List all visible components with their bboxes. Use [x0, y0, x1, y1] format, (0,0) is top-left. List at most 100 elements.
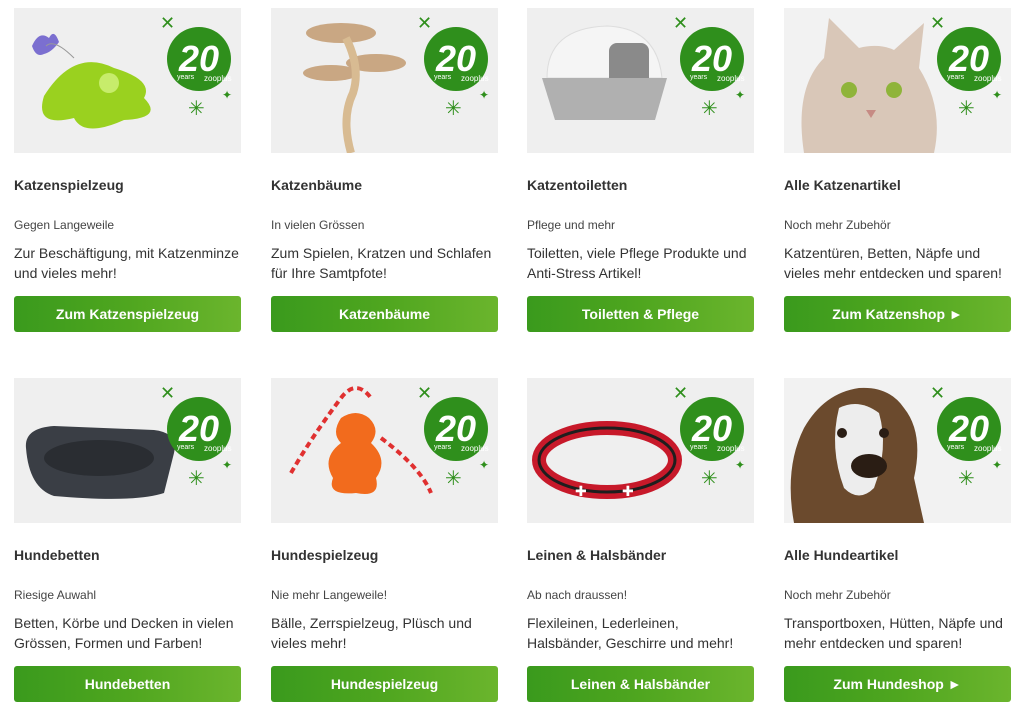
- svg-text:20: 20: [948, 38, 989, 79]
- dog-photo-image[interactable]: ✕ 20 years zooplus ✳ ✦: [784, 378, 1011, 523]
- svg-text:20: 20: [178, 38, 219, 79]
- hundespielzeug-button[interactable]: Hundespielzeug: [271, 666, 498, 702]
- svg-text:zooplus: zooplus: [204, 444, 232, 453]
- svg-text:✳: ✳: [188, 96, 205, 120]
- svg-text:years: years: [177, 74, 195, 81]
- category-card-katzenspielzeug: ✕ 20 years zooplus ✳ ✦ Katzenspielzeug G…: [14, 8, 241, 332]
- litter-box-image[interactable]: ✕ 20 years zooplus ✳ ✦: [527, 8, 754, 153]
- svg-text:✦: ✦: [992, 458, 1002, 472]
- category-card-alle-katzenartikel: ✕ 20 years zooplus ✳ ✦ Alle Katzenartike…: [784, 8, 1011, 332]
- card-subtitle: Gegen Langeweile: [14, 218, 115, 232]
- svg-text:✳: ✳: [188, 466, 205, 490]
- svg-text:✳: ✳: [958, 466, 975, 490]
- svg-text:zooplus: zooplus: [461, 74, 489, 83]
- svg-text:zooplus: zooplus: [204, 74, 232, 83]
- svg-text:✚: ✚: [622, 484, 634, 500]
- category-card-hundebetten: ✕ 20 years zooplus ✳ ✦ Hundebetten Riesi…: [14, 378, 241, 702]
- card-description: Flexileinen, Lederleinen, Halsbänder, Ge…: [527, 615, 734, 651]
- anniversary-badge: ✕ 20 years zooplus ✳ ✦: [673, 13, 745, 120]
- card-description: Zum Spielen, Kratzen und Schlafen für Ih…: [271, 245, 492, 281]
- category-card-katzentoiletten: ✕ 20 years zooplus ✳ ✦ Katzentoiletten P…: [527, 8, 754, 332]
- svg-text:✦: ✦: [735, 458, 745, 472]
- anniversary-badge: ✕ 20 years zooplus ✳ ✦: [673, 383, 745, 490]
- card-description: Transportboxen, Hütten, Näpfe und mehr e…: [784, 615, 1003, 651]
- anniversary-badge: ✕ 20 years zooplus ✳ ✦: [417, 383, 489, 490]
- card-description: Toiletten, viele Pflege Produkte und Ant…: [527, 245, 747, 281]
- anniversary-badge: ✕ 20 years zooplus ✳ ✦: [160, 13, 232, 120]
- svg-text:zooplus: zooplus: [461, 444, 489, 453]
- svg-text:✳: ✳: [958, 96, 975, 120]
- card-subtitle: Ab nach draussen!: [527, 588, 628, 602]
- leinen-halsbaender-button[interactable]: Leinen & Halsbänder: [527, 666, 754, 702]
- card-title: Alle Katzenartikel: [784, 177, 901, 193]
- card-description: Bälle, Zerrspielzeug, Plüsch und vieles …: [271, 615, 472, 651]
- card-description: Katzentüren, Betten, Näpfe und vieles me…: [784, 245, 1002, 281]
- zum-hundeshop-button[interactable]: Zum Hundeshop ►: [784, 666, 1011, 702]
- dog-bed-image[interactable]: ✕ 20 years zooplus ✳ ✦: [14, 378, 241, 523]
- cat-tree-image[interactable]: ✕ 20 years zooplus ✳ ✦: [271, 8, 498, 153]
- svg-text:zooplus: zooplus: [717, 74, 745, 83]
- svg-text:zooplus: zooplus: [974, 444, 1002, 453]
- card-title: Alle Hundeartikel: [784, 547, 899, 563]
- card-title: Leinen & Halsbänder: [527, 547, 667, 563]
- toiletten-pflege-button[interactable]: Toiletten & Pflege: [527, 296, 754, 332]
- svg-text:20: 20: [948, 408, 989, 449]
- svg-text:years: years: [434, 444, 452, 451]
- zum-katzenshop-button[interactable]: Zum Katzenshop ►: [784, 296, 1011, 332]
- svg-text:✦: ✦: [479, 88, 489, 102]
- svg-text:✕: ✕: [673, 383, 688, 404]
- cat-toy-image[interactable]: ✕ 20 years zooplus ✳ ✦: [14, 8, 241, 153]
- zum-katzenspielzeug-button[interactable]: Zum Katzenspielzeug: [14, 296, 241, 332]
- card-subtitle: Pflege und mehr: [527, 218, 616, 232]
- hundebetten-button[interactable]: Hundebetten: [14, 666, 241, 702]
- anniversary-badge: ✕ 20 years zooplus ✳ ✦: [930, 383, 1002, 490]
- card-subtitle: Noch mehr Zubehör: [784, 218, 891, 232]
- katzenbaeume-button[interactable]: Katzenbäume: [271, 296, 498, 332]
- svg-text:✦: ✦: [992, 88, 1002, 102]
- svg-text:20: 20: [691, 408, 732, 449]
- category-card-alle-hundeartikel: ✕ 20 years zooplus ✳ ✦ Alle Hundeartikel…: [784, 378, 1011, 702]
- anniversary-badge: ✕ 20 years zooplus ✳ ✦: [160, 383, 232, 490]
- category-card-katzenbaeume: ✕ 20 years zooplus ✳ ✦ Katzenbäume In vi…: [271, 8, 498, 332]
- card-title: Katzenspielzeug: [14, 177, 124, 193]
- anniversary-badge: ✕ 20 years zooplus ✳ ✦: [417, 13, 489, 120]
- dog-collar-image[interactable]: ✚ ✚ ✕ 20 years zooplus ✳ ✦: [527, 378, 754, 523]
- svg-text:✕: ✕: [417, 13, 432, 34]
- svg-text:years: years: [690, 444, 708, 451]
- svg-text:20: 20: [435, 38, 476, 79]
- cat-photo-image[interactable]: ✕ 20 years zooplus ✳ ✦: [784, 8, 1011, 153]
- svg-text:✕: ✕: [930, 383, 945, 404]
- svg-text:years: years: [690, 74, 708, 81]
- svg-text:✳: ✳: [701, 96, 718, 120]
- svg-text:20: 20: [435, 408, 476, 449]
- card-subtitle: Riesige Auwahl: [14, 588, 97, 602]
- svg-text:years: years: [947, 74, 965, 81]
- svg-text:✕: ✕: [673, 13, 688, 34]
- svg-text:✕: ✕: [417, 383, 432, 404]
- svg-text:✦: ✦: [735, 88, 745, 102]
- card-title: Katzentoiletten: [527, 177, 628, 193]
- svg-text:✦: ✦: [222, 88, 232, 102]
- svg-text:✳: ✳: [445, 96, 462, 120]
- svg-text:years: years: [947, 444, 965, 451]
- card-title: Katzenbäume: [271, 177, 363, 193]
- svg-text:✕: ✕: [160, 383, 175, 404]
- svg-text:years: years: [177, 444, 195, 451]
- card-title: Hundespielzeug: [271, 547, 379, 563]
- svg-text:✦: ✦: [479, 458, 489, 472]
- category-card-leinen-halsbaender: ✚ ✚ ✕ 20 years zooplus ✳ ✦ Leinen & Hals…: [527, 378, 754, 702]
- svg-text:✚: ✚: [575, 484, 587, 500]
- anniversary-badge: ✕ 20 years zooplus ✳ ✦: [930, 13, 1002, 120]
- svg-text:✕: ✕: [160, 13, 175, 34]
- svg-text:years: years: [434, 74, 452, 81]
- svg-text:20: 20: [691, 38, 732, 79]
- dog-toy-image[interactable]: ✕ 20 years zooplus ✳ ✦: [271, 378, 498, 523]
- svg-text:✕: ✕: [930, 13, 945, 34]
- card-subtitle: In vielen Grössen: [271, 218, 365, 232]
- card-subtitle: Nie mehr Langeweile!: [271, 588, 388, 602]
- card-title: Hundebetten: [14, 547, 100, 563]
- card-subtitle: Noch mehr Zubehör: [784, 588, 891, 602]
- card-description: Betten, Körbe und Decken in vielen Gröss…: [14, 615, 234, 651]
- svg-text:zooplus: zooplus: [974, 74, 1002, 83]
- svg-text:✳: ✳: [701, 466, 718, 490]
